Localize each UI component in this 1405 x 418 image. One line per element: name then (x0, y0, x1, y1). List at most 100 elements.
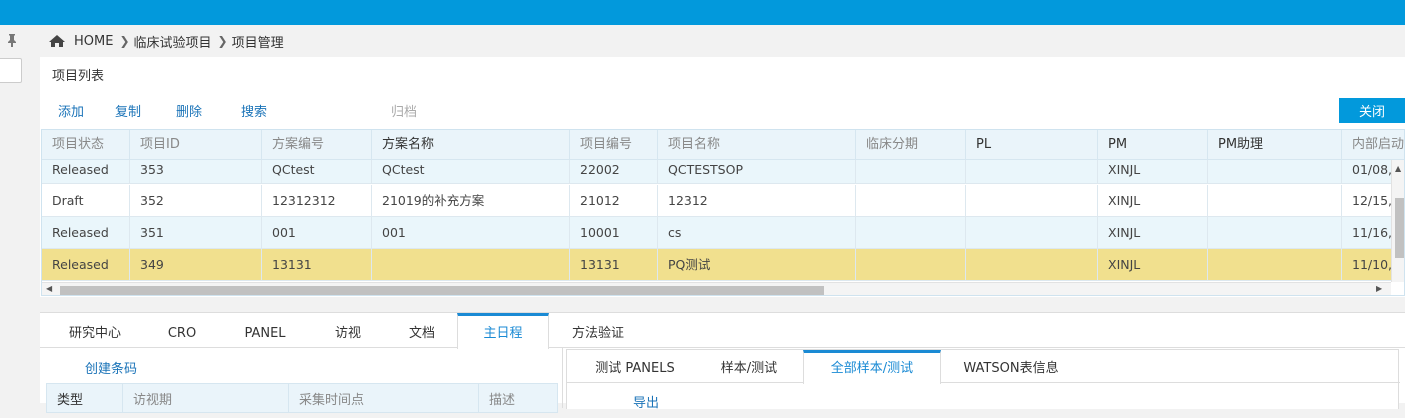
tab-test-panels[interactable]: 测试 PANELS (585, 350, 685, 383)
cell-status: Draft (42, 185, 130, 217)
breadcrumb-home[interactable]: HOME (74, 34, 113, 49)
chevron-right-icon: ❯ (217, 34, 228, 48)
pin-icon[interactable] (7, 33, 19, 49)
column-header[interactable]: PM (1098, 130, 1208, 160)
cell-project-name: 12312 (658, 185, 856, 217)
cell-phase (856, 217, 966, 249)
cell-project-name: QCTESTSOP (658, 160, 856, 184)
tab-research-center[interactable]: 研究中心 (56, 313, 134, 348)
sample-tabs: 测试 PANELS 样本/测试 全部样本/测试 WATSON表信息 (567, 350, 1400, 384)
column-header[interactable]: PM助理 (1208, 130, 1342, 160)
breadcrumb-level1[interactable]: 临床试验项目 (134, 32, 212, 51)
tab-master-schedule[interactable]: 主日程 (457, 313, 549, 349)
tab-panel[interactable]: PANEL (232, 313, 298, 348)
table-row-selected[interactable]: Released 349 13131 13131 PQ测试 XINJL 11/1… (42, 249, 1391, 281)
cell-protocol-name: 001 (372, 217, 570, 249)
column-header[interactable]: 方案编号 (262, 130, 372, 160)
column-header[interactable]: 内部启动 (1342, 130, 1404, 160)
table-row[interactable]: Released 351 001 001 10001 cs XINJL 11/1… (42, 217, 1391, 249)
cell-id: 353 (130, 160, 262, 184)
sidebar-search-input[interactable] (0, 58, 22, 83)
cell-project-name: PQ测试 (658, 249, 856, 281)
cell-protocol-no: 13131 (262, 249, 372, 281)
cell-phase (856, 160, 966, 184)
cell-protocol-no: 12312312 (262, 185, 372, 217)
column-header[interactable]: 项目ID (130, 130, 262, 160)
table-row[interactable]: Draft 352 12312312 21019的补充方案 21012 1231… (42, 185, 1391, 217)
vertical-scroll-thumb[interactable] (1395, 198, 1404, 258)
tab-watson-info[interactable]: WATSON表信息 (951, 350, 1071, 383)
horizontal-scroll-thumb[interactable] (60, 286, 824, 295)
cell-status: Released (42, 217, 130, 249)
horizontal-scrollbar[interactable]: ◀ ▶ (42, 282, 1391, 295)
table-row[interactable]: Released 353 QCtest QCtest 22002 QCTESTS… (42, 160, 1391, 184)
grid-header: 项目状态 项目ID 方案编号 方案名称 项目编号 项目名称 临床分期 PL PM… (42, 130, 1404, 160)
cell-project-name: cs (658, 217, 856, 249)
column-header[interactable]: 描述 (479, 384, 557, 412)
breadcrumb-bar: HOME ❯ 临床试验项目 ❯ 项目管理 (0, 25, 1405, 57)
vertical-scrollbar[interactable]: ▲ (1391, 160, 1404, 282)
close-button[interactable]: 关闭 (1339, 98, 1405, 123)
cell-pm: XINJL (1098, 185, 1208, 217)
cell-phase (856, 185, 966, 217)
cell-pm: XINJL (1098, 249, 1208, 281)
scroll-right-icon[interactable]: ▶ (1376, 284, 1382, 293)
column-header[interactable]: 类型 (47, 384, 123, 412)
project-grid: 项目状态 项目ID 方案编号 方案名称 项目编号 项目名称 临床分期 PL PM… (41, 129, 1405, 296)
cell-id: 352 (130, 185, 262, 217)
column-header[interactable]: 项目编号 (570, 130, 658, 160)
column-header[interactable]: 采集时间点 (289, 384, 479, 412)
breadcrumb: HOME ❯ 临床试验项目 ❯ 项目管理 (48, 25, 284, 57)
column-header[interactable]: 项目状态 (42, 130, 130, 160)
tab-visit[interactable]: 访视 (320, 313, 376, 348)
tab-documents[interactable]: 文档 (396, 313, 448, 348)
cell-protocol-name (372, 249, 570, 281)
create-barcode-link[interactable]: 创建条码 (85, 358, 137, 377)
add-button[interactable]: 添加 (58, 101, 84, 120)
cell-start: 12/15, (1352, 193, 1391, 208)
toolbar: 添加 复制 删除 搜索 归档 (40, 101, 1405, 121)
tab-method-validation[interactable]: 方法验证 (562, 313, 634, 348)
scroll-left-icon[interactable]: ◀ (46, 284, 52, 293)
breadcrumb-level2[interactable]: 项目管理 (232, 32, 284, 51)
cell-pm-assistant (1208, 217, 1342, 249)
column-header[interactable]: 临床分期 (856, 130, 966, 160)
tab-cro[interactable]: CRO (152, 313, 212, 348)
cell-pm-assistant (1208, 185, 1342, 217)
cell-id: 351 (130, 217, 262, 249)
column-header[interactable]: 访视期 (123, 384, 289, 412)
cell-project-no: 10001 (570, 217, 658, 249)
cell-status: Released (42, 249, 130, 281)
cell-protocol-name: QCtest (372, 160, 570, 184)
panel-title: 项目列表 (52, 69, 105, 84)
cell-pl (966, 160, 1098, 184)
tab-all-sample-test[interactable]: 全部样本/测试 (803, 350, 941, 384)
schedule-grid-header: 类型 访视期 采集时间点 描述 (46, 383, 558, 413)
cell-project-no: 22002 (570, 160, 658, 184)
cell-protocol-name: 21019的补充方案 (372, 185, 570, 217)
cell-protocol-no: 001 (262, 217, 372, 249)
column-header[interactable]: PL (966, 130, 1098, 160)
search-button[interactable]: 搜索 (241, 101, 267, 120)
splitter[interactable] (562, 348, 563, 408)
copy-button[interactable]: 复制 (115, 101, 141, 120)
tab-sample-test[interactable]: 样本/测试 (705, 350, 793, 383)
column-header[interactable]: 项目名称 (658, 130, 856, 160)
home-icon[interactable] (48, 34, 66, 48)
export-link[interactable]: 导出 (633, 392, 659, 411)
cell-start: 11/10, (1352, 257, 1391, 272)
cell-id: 349 (130, 249, 262, 281)
cell-pm-assistant (1208, 249, 1342, 281)
cell-pl (966, 249, 1098, 281)
cell-pm: XINJL (1098, 160, 1208, 184)
column-header[interactable]: 方案名称 (372, 130, 570, 160)
cell-pm: XINJL (1098, 217, 1208, 249)
cell-status: Released (42, 160, 130, 184)
delete-button[interactable]: 删除 (176, 101, 202, 120)
cell-start: 11/16, (1352, 225, 1391, 240)
scroll-up-icon[interactable]: ▲ (1395, 164, 1401, 173)
cell-pl (966, 217, 1098, 249)
detail-panel: 研究中心 CRO PANEL 访视 文档 主日程 方法验证 创建条码 类型 访视… (40, 312, 1405, 413)
cell-pl (966, 185, 1098, 217)
archive-button[interactable]: 归档 (391, 101, 417, 120)
